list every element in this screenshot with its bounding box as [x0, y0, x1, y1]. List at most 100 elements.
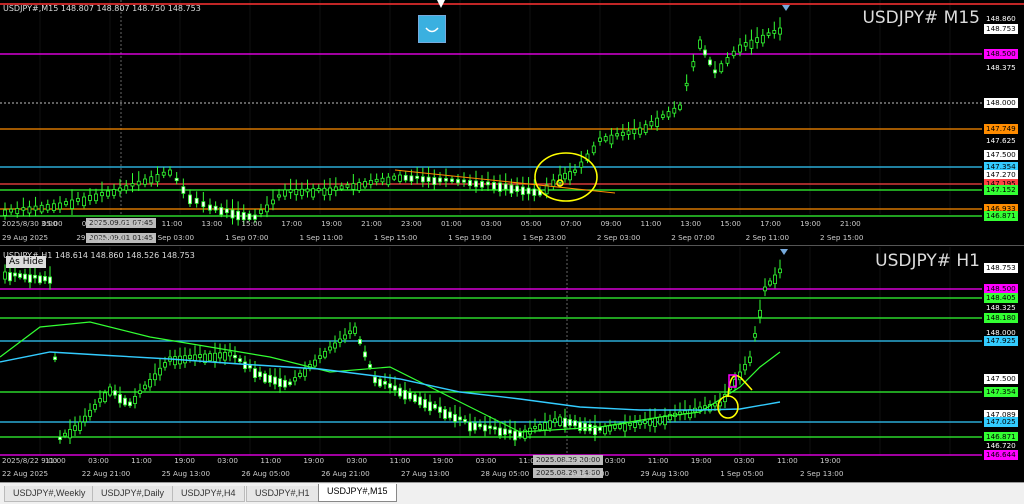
as-hide-button[interactable]: As Hide	[6, 256, 47, 268]
candle-body	[480, 181, 484, 188]
candle-body	[453, 414, 457, 423]
candle-body	[343, 334, 347, 340]
candle-body	[39, 204, 44, 213]
candle-body	[386, 176, 391, 186]
hour-axis-label: 09:00	[600, 219, 622, 228]
candle-body	[219, 207, 224, 216]
candle-body	[133, 395, 137, 404]
candle-body	[691, 61, 696, 68]
candle-body	[94, 193, 98, 202]
tab-m15[interactable]: USDJPY#,M15	[318, 484, 397, 502]
candle-body	[748, 356, 752, 363]
tab-daily[interactable]: USDJPY#,Daily	[92, 486, 174, 502]
candle-body	[432, 177, 437, 185]
time-axis-label: 28 Aug 05:00	[480, 469, 530, 478]
time-axis-label: 2 Sep 15:00	[820, 233, 864, 242]
candle-body	[351, 183, 356, 190]
candle-body	[398, 387, 402, 397]
candle-body	[161, 171, 166, 176]
candle-body	[201, 201, 206, 208]
candle-body	[409, 175, 414, 182]
candle-body	[418, 396, 422, 406]
candle-body	[458, 416, 462, 421]
candle-body	[181, 186, 186, 194]
candle-body	[609, 134, 614, 145]
candle-body	[38, 275, 42, 284]
chart-pane-h1[interactable]: USDJPY#,H1 148.614 148.860 148.526 148.7…	[0, 247, 1024, 482]
candle-body	[438, 177, 442, 183]
candle-body	[638, 127, 642, 135]
hour-axis-label: 17:00	[281, 219, 303, 228]
m15-price-scale[interactable]: 148.860 148.753 148.500 148.375 148.000 147.7…	[982, 0, 1024, 245]
candle-body	[3, 209, 7, 216]
candle-body	[403, 389, 407, 400]
candle-body	[339, 185, 344, 190]
candle-body	[33, 274, 37, 279]
candle-body	[268, 374, 272, 383]
candle-body	[478, 423, 482, 428]
candle-body	[15, 208, 20, 214]
candle-body	[108, 386, 112, 396]
candle-body	[743, 42, 748, 47]
m15-chart-canvas[interactable]	[0, 0, 1024, 245]
tab-weekly[interactable]: USDJPY#,Weekly	[4, 486, 95, 502]
candle-body	[70, 199, 74, 209]
tab-h4[interactable]: USDJPY#,H4	[172, 486, 245, 502]
candle-body	[403, 175, 408, 181]
smile-alert-icon[interactable]	[418, 15, 446, 43]
candle-body	[648, 419, 652, 426]
candle-body	[258, 371, 262, 377]
candle-body	[368, 364, 372, 368]
chart-pane-m15[interactable]: USDJPY#,M15 148.807 148.807 148.750 148.…	[0, 0, 1024, 246]
candle-body	[338, 338, 342, 343]
candle-body	[719, 63, 724, 73]
candle-body	[143, 384, 147, 390]
hour-axis-label: 11:00	[776, 456, 798, 465]
candle-body	[328, 187, 332, 196]
candle-body	[778, 268, 782, 274]
candle-body	[168, 169, 172, 176]
h1-chart-canvas[interactable]	[0, 247, 1024, 482]
candle-body	[398, 174, 402, 182]
price-label: 148.405	[984, 293, 1018, 303]
candle-body	[363, 351, 367, 358]
candle-body	[273, 376, 277, 385]
candle-body	[345, 184, 350, 188]
time-axis-label: 1 Sep 07:00	[225, 233, 269, 242]
candle-body	[313, 359, 317, 367]
hour-axis-label: 03:00	[346, 456, 368, 465]
candle-body	[633, 422, 637, 428]
candle-body	[443, 409, 447, 419]
h1-symbol-title: USDJPY# H1	[875, 251, 980, 271]
candle-body	[271, 199, 275, 205]
candle-body	[27, 206, 32, 214]
candle-body	[238, 358, 242, 362]
candle-body	[218, 352, 222, 359]
price-label: 147.152	[984, 185, 1018, 195]
h1-price-scale[interactable]: 148.753 148.500 148.405 148.325 148.180 148.0…	[982, 247, 1024, 482]
price-label: 146.871	[984, 211, 1018, 221]
candle-body	[598, 137, 602, 142]
candle-body	[21, 207, 26, 211]
candle-body	[174, 177, 179, 182]
candle-body	[393, 385, 397, 391]
m15-symbol-title: USDJPY# M15	[862, 8, 980, 28]
hour-axis-label: 03:00	[480, 219, 502, 228]
hour-axis-label: 11:00	[260, 456, 282, 465]
candle-body	[98, 398, 102, 403]
time-axis-label: 22 Aug 21:00	[81, 469, 131, 478]
candle-body	[653, 417, 657, 427]
candle-body	[760, 34, 765, 44]
tab-h1[interactable]: USDJPY#,H1	[246, 486, 319, 502]
candle-body	[3, 271, 7, 280]
candle-body	[158, 367, 162, 376]
candle-body	[303, 368, 307, 377]
price-label: 148.180	[984, 313, 1018, 323]
candle-body	[363, 181, 367, 188]
candle-body	[143, 178, 147, 185]
candle-body	[463, 419, 467, 423]
candle-body	[613, 424, 617, 429]
candle-body	[426, 176, 431, 182]
candle-body	[415, 175, 420, 179]
hour-axis-label: 13:00	[680, 219, 702, 228]
